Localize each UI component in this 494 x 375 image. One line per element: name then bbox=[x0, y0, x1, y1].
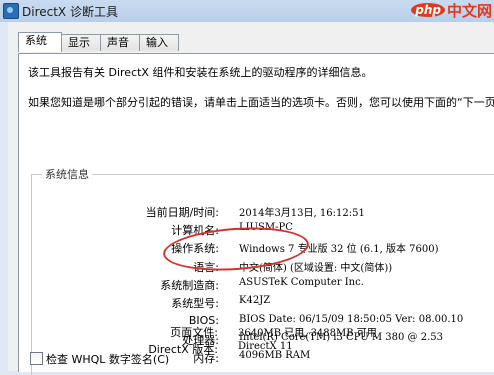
info-row-datetime: 当前日期/时间: 2014年3月13日, 16:12:51 bbox=[19, 204, 494, 220]
intro-text-line2: 如果您知道是哪个部分引起的错误，请单击上面适当的选项卡。否则，您可以使用下面的“… bbox=[28, 96, 494, 109]
info-label: 当前日期/时间: bbox=[145, 206, 219, 219]
directx-app-icon bbox=[3, 3, 19, 19]
info-label: 页面文件: bbox=[170, 326, 218, 339]
tab-input[interactable]: 输入 bbox=[139, 34, 179, 51]
title-bar: DirectX 诊断工具 php 中文网 bbox=[0, 0, 494, 22]
php-cn-watermark-logo: php 中文网 bbox=[411, 0, 492, 20]
tab-sound[interactable]: 声音 bbox=[100, 34, 140, 51]
whql-checkbox-label: 检查 WHQL 数字签名(C) bbox=[46, 353, 170, 366]
watermark-text: 中文网 bbox=[446, 1, 492, 20]
info-value: ASUSTeK Computer Inc. bbox=[239, 277, 364, 288]
intro-text-line1: 该工具报告有关 DirectX 组件和安装在系统上的驱动程序的详细信息。 bbox=[28, 66, 373, 79]
info-row-model: 系统型号: K42JZ bbox=[19, 295, 494, 311]
info-label: 系统制造商: bbox=[160, 279, 219, 292]
info-value: K42JZ bbox=[239, 295, 271, 306]
info-value: 2014年3月13日, 16:12:51 bbox=[239, 208, 365, 219]
info-row-manufacturer: 系统制造商: ASUSTeK Computer Inc. bbox=[19, 277, 494, 293]
tab-system[interactable]: 系统 bbox=[18, 32, 62, 52]
system-info-title: 系统信息 bbox=[42, 166, 92, 182]
whql-checkbox[interactable] bbox=[30, 352, 43, 365]
tab-display[interactable]: 显示 bbox=[61, 34, 101, 51]
info-row-page-file: 页面文件: 3640MB 已用, 3488MB 可用 bbox=[18, 324, 494, 340]
info-label: 系统型号: bbox=[171, 297, 219, 310]
dialog-window: 系统 显示 声音 输入 该工具报告有关 DirectX 组件和安装在系统上的驱动… bbox=[8, 22, 494, 375]
info-value: DirectX 11 bbox=[238, 341, 293, 352]
info-value: 3640MB 已用, 3488MB 可用 bbox=[238, 328, 377, 339]
window-title: DirectX 诊断工具 bbox=[22, 5, 118, 19]
watermark-badge: php bbox=[411, 3, 445, 17]
